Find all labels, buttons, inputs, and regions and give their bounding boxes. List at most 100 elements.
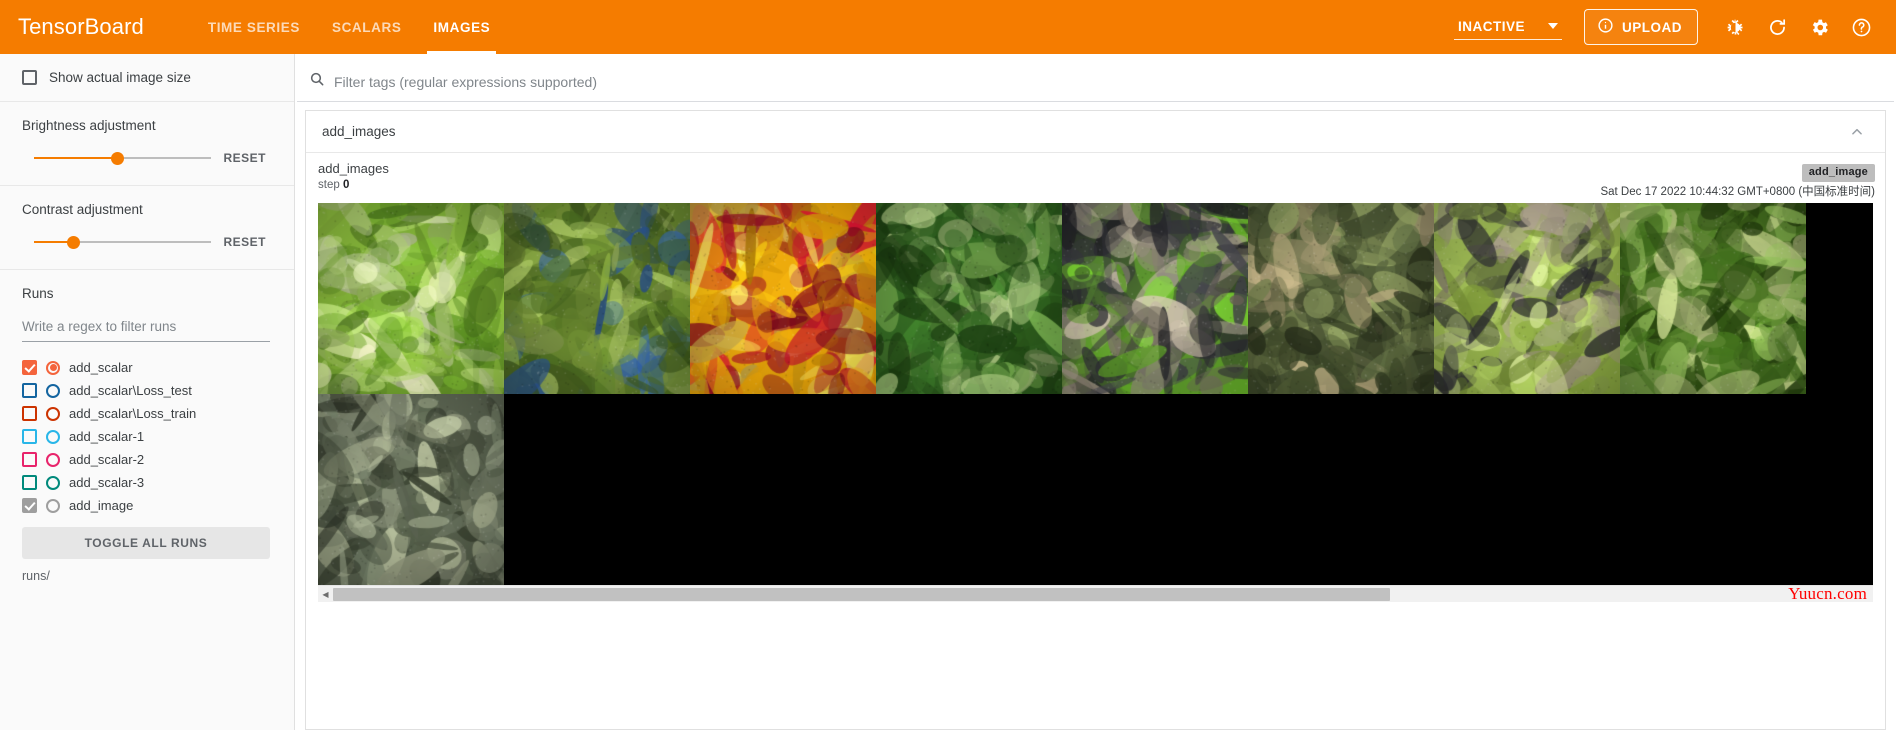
upload-button[interactable]: UPLOAD (1584, 9, 1698, 45)
tab-time-series[interactable]: TIME SERIES (192, 0, 316, 54)
slider-thumb[interactable] (110, 151, 124, 165)
image-grid (318, 203, 1873, 586)
run-item-add-scalar[interactable]: add_scalar (22, 356, 272, 379)
search-icon (309, 71, 325, 92)
app-header: TensorBoard TIME SERIES SCALARS IMAGES I… (0, 0, 1896, 54)
run-name-label: add_scalar\Loss_test (69, 383, 192, 398)
run-item-add-image[interactable]: add_image (22, 494, 272, 517)
brightness-icon[interactable] (1718, 10, 1752, 44)
image-tile-long-beans-with-blue-bowl[interactable] (504, 203, 690, 395)
run-radio-icon[interactable] (46, 452, 60, 467)
image-tile-large-green-pumpkin[interactable] (1248, 203, 1434, 395)
image-tile-yellow-and-red-peppers[interactable] (690, 203, 876, 395)
run-state-label: INACTIVE (1458, 18, 1526, 34)
image-step-label: step 0 (318, 178, 389, 192)
tab-label: IMAGES (433, 19, 491, 35)
run-name-label: add_scalar (69, 360, 133, 375)
upload-label: UPLOAD (1622, 19, 1682, 35)
run-name-label: add_scalar\Loss_train (69, 406, 197, 421)
slider-fill (34, 157, 118, 159)
brightness-label: Brightness adjustment (22, 118, 156, 133)
main-content: add_images add_images step 0 (295, 54, 1896, 730)
run-radio-icon[interactable] (46, 498, 60, 513)
run-radio-icon[interactable] (46, 429, 60, 444)
run-checkbox-icon[interactable] (22, 429, 37, 444)
run-item-add-scalar-3[interactable]: add_scalar-3 (22, 471, 272, 494)
app-body: Show actual image size Brightness adjust… (0, 54, 1896, 730)
image-meta-right: add_image Sat Dec 17 2022 10:44:32 GMT+0… (1600, 161, 1875, 199)
app-brand: TensorBoard (18, 14, 144, 39)
contrast-section: Contrast adjustment RESET (0, 186, 294, 270)
run-radio-dot (49, 364, 57, 371)
checkbox-icon (22, 70, 37, 85)
run-checkbox-icon[interactable] (22, 452, 37, 467)
tab-scalars[interactable]: SCALARS (316, 0, 417, 54)
runs-section: Runs add_scalaradd_scalar\Loss_testadd_s… (0, 270, 294, 599)
brightness-slider[interactable] (34, 149, 212, 167)
image-tile-grey-green-pumpkin[interactable] (318, 394, 504, 586)
tag-filter-input[interactable] (334, 73, 1880, 90)
image-thumbnail (318, 394, 504, 586)
image-tile-long-green-gourd-held[interactable] (1434, 203, 1620, 395)
images-card: add_images add_images step 0 add_image S… (305, 110, 1886, 730)
toggle-all-runs-button[interactable]: TOGGLE ALL RUNS (22, 527, 270, 559)
help-circle-icon[interactable] (1844, 10, 1878, 44)
run-checkbox-icon[interactable] (22, 475, 37, 490)
image-tile-green-flat-beans-pile[interactable] (318, 203, 504, 395)
horizontal-scrollbar[interactable]: ◀ Yuucn.com (318, 584, 1873, 604)
run-checkbox-icon[interactable] (22, 498, 37, 513)
runs-heading: Runs (22, 286, 54, 301)
settings-gear-icon[interactable] (1802, 10, 1836, 44)
refresh-icon[interactable] (1760, 10, 1794, 44)
slider-thumb[interactable] (66, 235, 80, 249)
run-checkbox-icon[interactable] (22, 383, 37, 398)
run-checkbox-icon[interactable] (22, 360, 37, 375)
run-radio-icon[interactable] (46, 475, 60, 490)
run-name-label: add_scalar-1 (69, 429, 145, 444)
image-thumbnail (318, 203, 504, 395)
images-card-title: add_images (322, 124, 396, 139)
image-tag-label: add_images (318, 161, 389, 176)
run-radio-icon[interactable] (46, 406, 60, 421)
contrast-slider[interactable] (34, 233, 212, 251)
step-value: 0 (342, 179, 350, 192)
image-tile-cucumbers-close-up[interactable] (1620, 203, 1806, 395)
image-thumbnail (690, 203, 876, 395)
run-name-label: add_image (69, 498, 134, 513)
brightness-section: Brightness adjustment RESET (0, 102, 294, 186)
left-arrow-icon[interactable]: ◀ (318, 587, 333, 602)
run-radio-icon[interactable] (46, 360, 60, 375)
scrollbar-thumb[interactable] (333, 587, 1391, 601)
chevron-down-icon (1548, 23, 1558, 29)
runs-list: add_scalar add_scalar\Loss_test add_scalar… (22, 356, 272, 517)
show-actual-image-size-checkbox[interactable]: Show actual image size (22, 70, 272, 85)
run-state-dropdown[interactable]: INACTIVE (1454, 15, 1562, 40)
contrast-slider-row: RESET (22, 231, 272, 253)
image-grid-container[interactable] (318, 203, 1873, 586)
brightness-reset-button[interactable]: RESET (217, 147, 272, 169)
tag-filter-bar (297, 62, 1894, 102)
run-item-add-scalar-loss-test[interactable]: add_scalar\Loss_test (22, 379, 272, 402)
image-tile-hand-holding-bottle-gourd[interactable] (1062, 203, 1248, 395)
watermark-text: Yuucn.com (1788, 584, 1867, 604)
run-item-add-scalar-2[interactable]: add_scalar-2 (22, 448, 272, 471)
image-thumbnail (876, 203, 1062, 395)
image-meta-left: add_images step 0 (318, 161, 389, 193)
main-tab-bar: TIME SERIES SCALARS IMAGES (192, 0, 506, 54)
chevron-up-icon[interactable] (1847, 122, 1867, 142)
contrast-reset-button[interactable]: RESET (217, 231, 272, 253)
image-thumbnail (1620, 203, 1806, 395)
images-card-header[interactable]: add_images (306, 111, 1885, 153)
image-tile-cucumbers-in-basket[interactable] (876, 203, 1062, 395)
info-icon (1597, 17, 1614, 37)
brightness-slider-row: RESET (22, 147, 272, 169)
run-item-add-scalar-loss-train[interactable]: add_scalar\Loss_train (22, 402, 272, 425)
run-item-add-scalar-1[interactable]: add_scalar-1 (22, 425, 272, 448)
run-radio-icon[interactable] (46, 383, 60, 398)
run-checkbox-icon[interactable] (22, 406, 37, 421)
runs-filter-input[interactable] (22, 315, 270, 342)
show-actual-size-section: Show actual image size (0, 54, 294, 102)
tab-label: TIME SERIES (207, 19, 300, 35)
run-name-label: add_scalar-2 (69, 452, 145, 467)
tab-images[interactable]: IMAGES (417, 0, 506, 54)
